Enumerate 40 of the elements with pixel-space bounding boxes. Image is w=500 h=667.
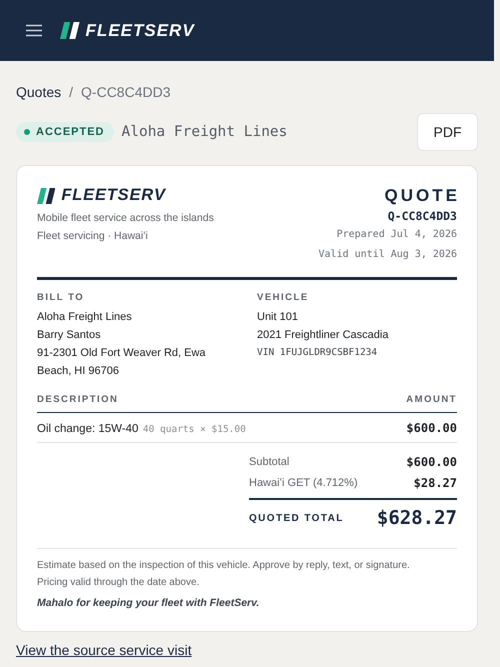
brand-name[interactable]: FLEETSERV [86, 20, 195, 40]
breadcrumb-link[interactable]: Quotes [16, 84, 62, 100]
status-badge: ACCEPTED [16, 122, 114, 142]
tagline: Fleet servicing · Hawaiʻi [37, 229, 149, 244]
item-quantity: 40 quarts × $15.00 [142, 424, 246, 434]
quote-note: Pricing valid through the date above. [37, 576, 200, 590]
grand-total-amount: $628.27 [376, 507, 457, 529]
party-detail: Aloha Freight Lines [37, 310, 133, 325]
thank-you-note: Mahalo for keeping your fleet with FleetServ. [37, 597, 260, 609]
party-detail: Unit 101 [257, 310, 299, 325]
total-label: Hawaiʻi GET (4.712%) [249, 476, 358, 488]
item-amount: $600.00 [406, 420, 457, 434]
column-header: AMOUNT [406, 394, 457, 405]
total-amount: $28.27 [414, 476, 457, 490]
section-heading: BILL TO [37, 292, 86, 303]
customer-name: Aloha Freight Lines [122, 124, 288, 140]
item-description: Oil change: 15W-40 [37, 422, 138, 434]
total-label: Subtotal [249, 456, 290, 468]
quote-note: Estimate based on the inspection of this vehicle. Approve by reply, text, or signature. [37, 559, 411, 573]
total-amount: $600.00 [406, 454, 457, 468]
source-visit-link[interactable]: View the source service visit [16, 642, 192, 658]
quote-date: Valid until Aug 3, 2026 [318, 248, 457, 262]
quote-title: QUOTE [384, 186, 460, 206]
section-heading: VEHICLE [257, 292, 310, 303]
logo-icon [37, 188, 56, 204]
column-header: DESCRIPTION [37, 394, 118, 405]
party-detail: 2021 Freightliner Cascadia [257, 328, 390, 343]
breadcrumb-separator: / [69, 84, 74, 100]
pdf-button[interactable]: PDF [417, 113, 478, 151]
vin-number: VIN 1FUJGLDR9CSBF1234 [257, 346, 378, 360]
quote-date: Prepared Jul 4, 2026 [336, 228, 457, 242]
party-detail: 91-2301 Old Fort Weaver Rd, Ewa Beach, HI 96706 [37, 346, 207, 379]
tagline: Mobile fleet service across the islands [37, 211, 214, 226]
brand-name: FLEETSERV [61, 186, 166, 205]
breadcrumb-current: Q-CC8C4DD3 [81, 84, 170, 100]
menu-icon[interactable] [26, 24, 42, 37]
party-detail: Barry Santos [37, 328, 102, 343]
quote-number: Q-CC8C4DD3 [388, 209, 457, 223]
logo-icon [60, 22, 80, 39]
grand-total-label: QUOTED TOTAL [249, 512, 344, 524]
